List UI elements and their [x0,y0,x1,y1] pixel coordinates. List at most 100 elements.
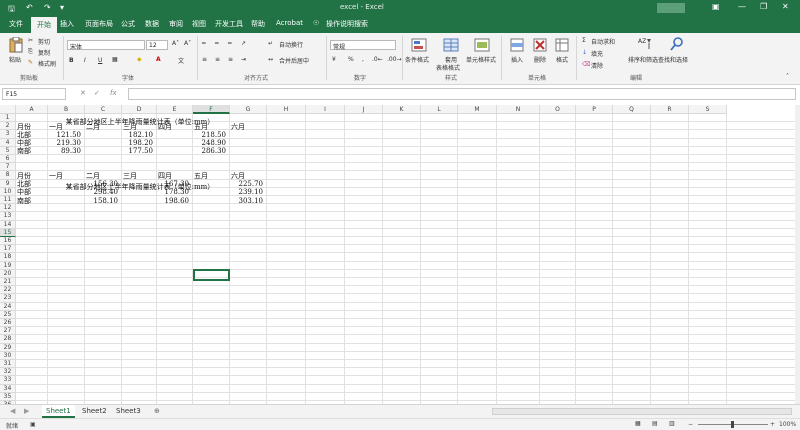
header-cell[interactable]: 二月 [86,172,100,180]
font-name-dropdown[interactable]: 宋体 [67,40,145,51]
conditional-format-button[interactable]: 条件格式 [405,55,429,64]
delete-cells-button[interactable]: 删除 [534,55,546,64]
row-header[interactable]: 17 [0,245,16,254]
increase-decimal-icon[interactable]: .0← [372,56,383,63]
header-cell[interactable]: 一月 [49,172,63,180]
save-icon[interactable]: 🖫 [8,3,15,17]
row-header[interactable]: 2 [0,122,16,131]
header-cell[interactable]: 五月 [194,172,208,180]
row-header[interactable]: 9 [0,179,16,188]
region-cell[interactable]: 南部 [17,147,31,155]
clear-icon[interactable]: ⌫ [582,61,590,68]
align-center-icon[interactable]: ≡ [215,56,220,63]
sheet-tab-2[interactable]: Sheet2 [78,405,111,418]
row-header[interactable]: 6 [0,155,16,164]
column-header[interactable]: M [458,105,497,114]
select-all-corner[interactable] [0,105,16,114]
tell-me-search[interactable]: 操作说明搜索 [326,19,368,29]
minimize-icon[interactable]: — [738,2,746,11]
row-header[interactable]: 33 [0,376,16,385]
format-as-table-label-2[interactable]: 表格格式 [436,63,460,72]
column-header[interactable]: K [383,105,421,114]
autosum-icon[interactable]: Σ [582,37,586,44]
row-header[interactable]: 8 [0,171,16,180]
delete-cells-icon[interactable] [533,38,547,52]
region-cell[interactable]: 北部 [17,180,31,188]
zoom-level[interactable]: 100% [779,421,796,428]
find-select-button[interactable]: 查找和选择 [658,55,688,64]
scroll-sheets-right-icon[interactable]: ▶ [20,405,33,418]
header-cell[interactable]: 三月 [123,123,137,131]
fill-icon[interactable]: ↓ [582,49,587,56]
collapse-ribbon-icon[interactable]: ˄ [786,73,789,80]
account-avatar[interactable] [657,3,685,13]
paste-icon[interactable] [9,37,23,53]
tab-home[interactable]: 开始 [31,17,57,33]
rainfall-value-cell[interactable]: 218.50 [193,131,227,139]
active-cell[interactable] [193,269,230,281]
row-header[interactable]: 23 [0,294,16,303]
sheet-tab-1[interactable]: Sheet1 [42,405,75,418]
row-header[interactable]: 29 [0,343,16,352]
percent-icon[interactable]: % [348,56,354,63]
decrease-font-icon[interactable]: A˅ [184,40,191,47]
tab-developer[interactable]: 开发工具 [215,19,243,29]
normal-view-icon[interactable]: ▦ [635,420,641,427]
sort-filter-icon[interactable]: AZ [638,37,652,51]
find-select-icon[interactable] [670,36,684,52]
align-middle-icon[interactable]: ═ [215,40,219,47]
rainfall-value-cell[interactable]: 156.30 [85,180,119,188]
vertical-scrollbar[interactable] [795,105,800,404]
rainfall-value-cell[interactable]: 239.10 [230,188,264,196]
sheet-tab-3[interactable]: Sheet3 [112,405,145,418]
worksheet-grid[interactable]: ABCDEFGHIJKLMNOPQRS 1 2 3 4 5 6 7 8 9 10 11 12 13 14 1… [0,105,795,404]
header-cell[interactable]: 月份 [17,172,31,180]
column-header[interactable]: H [267,105,306,114]
new-sheet-icon[interactable]: ⊕ [150,405,164,418]
tab-view[interactable]: 视图 [192,19,206,29]
copy-button[interactable]: 复制 [38,48,50,57]
merge-center-icon[interactable]: ↔ [268,56,273,63]
tab-page-layout[interactable]: 页面布局 [85,19,113,29]
decrease-decimal-icon[interactable]: .00→ [387,56,402,63]
page-layout-view-icon[interactable]: ▤ [652,420,658,427]
wrap-text-icon[interactable]: ↵ [268,40,273,47]
region-cell[interactable]: 南部 [17,197,31,205]
region-cell[interactable]: 北部 [17,131,31,139]
rainfall-value-cell[interactable]: 182.10 [122,131,154,139]
rainfall-value-cell[interactable]: 158.10 [85,197,119,205]
header-cell[interactable]: 四月 [158,123,172,131]
row-header[interactable]: 19 [0,261,16,270]
column-header[interactable]: B [48,105,85,114]
rainfall-value-cell[interactable]: 298.40 [85,188,119,196]
fill-button[interactable]: 填充 [591,49,603,58]
rainfall-value-cell[interactable]: 198.60 [157,197,190,205]
insert-cells-button[interactable]: 插入 [511,55,523,64]
rainfall-value-cell[interactable]: 219.30 [48,139,82,147]
merge-center-button[interactable]: 合并后居中 [279,56,309,65]
zoom-in-icon[interactable]: + [770,421,775,428]
column-header[interactable]: E [157,105,193,114]
row-header[interactable]: 18 [0,253,16,262]
rainfall-value-cell[interactable]: 286.30 [193,147,227,155]
tab-help[interactable]: 帮助 [251,19,265,29]
copy-icon[interactable]: ⎘ [28,48,33,56]
row-header[interactable]: 5 [0,146,16,155]
number-format-dropdown[interactable]: 常规 [330,40,396,51]
wrap-text-button[interactable]: 自动换行 [279,40,303,49]
table2-title[interactable]: 某省部分地区上半年降雨量统计表（单位:mm） [51,182,229,192]
italic-icon[interactable]: I [84,57,86,64]
zoom-slider-thumb[interactable] [731,421,734,428]
autosum-button[interactable]: 自动求和 [591,37,615,46]
row-header[interactable]: 1 [0,114,16,123]
region-cell[interactable]: 中部 [17,188,31,196]
tab-file[interactable]: 文件 [9,19,23,29]
row-header[interactable]: 27 [0,327,16,336]
column-header[interactable]: O [540,105,576,114]
row-header[interactable]: 10 [0,187,16,196]
customize-quick-access-icon[interactable]: ▾ [60,3,64,12]
formula-input[interactable] [128,88,796,100]
rainfall-value-cell[interactable]: 248.90 [193,139,227,147]
row-header[interactable]: 22 [0,286,16,295]
row-header[interactable]: 14 [0,220,16,229]
